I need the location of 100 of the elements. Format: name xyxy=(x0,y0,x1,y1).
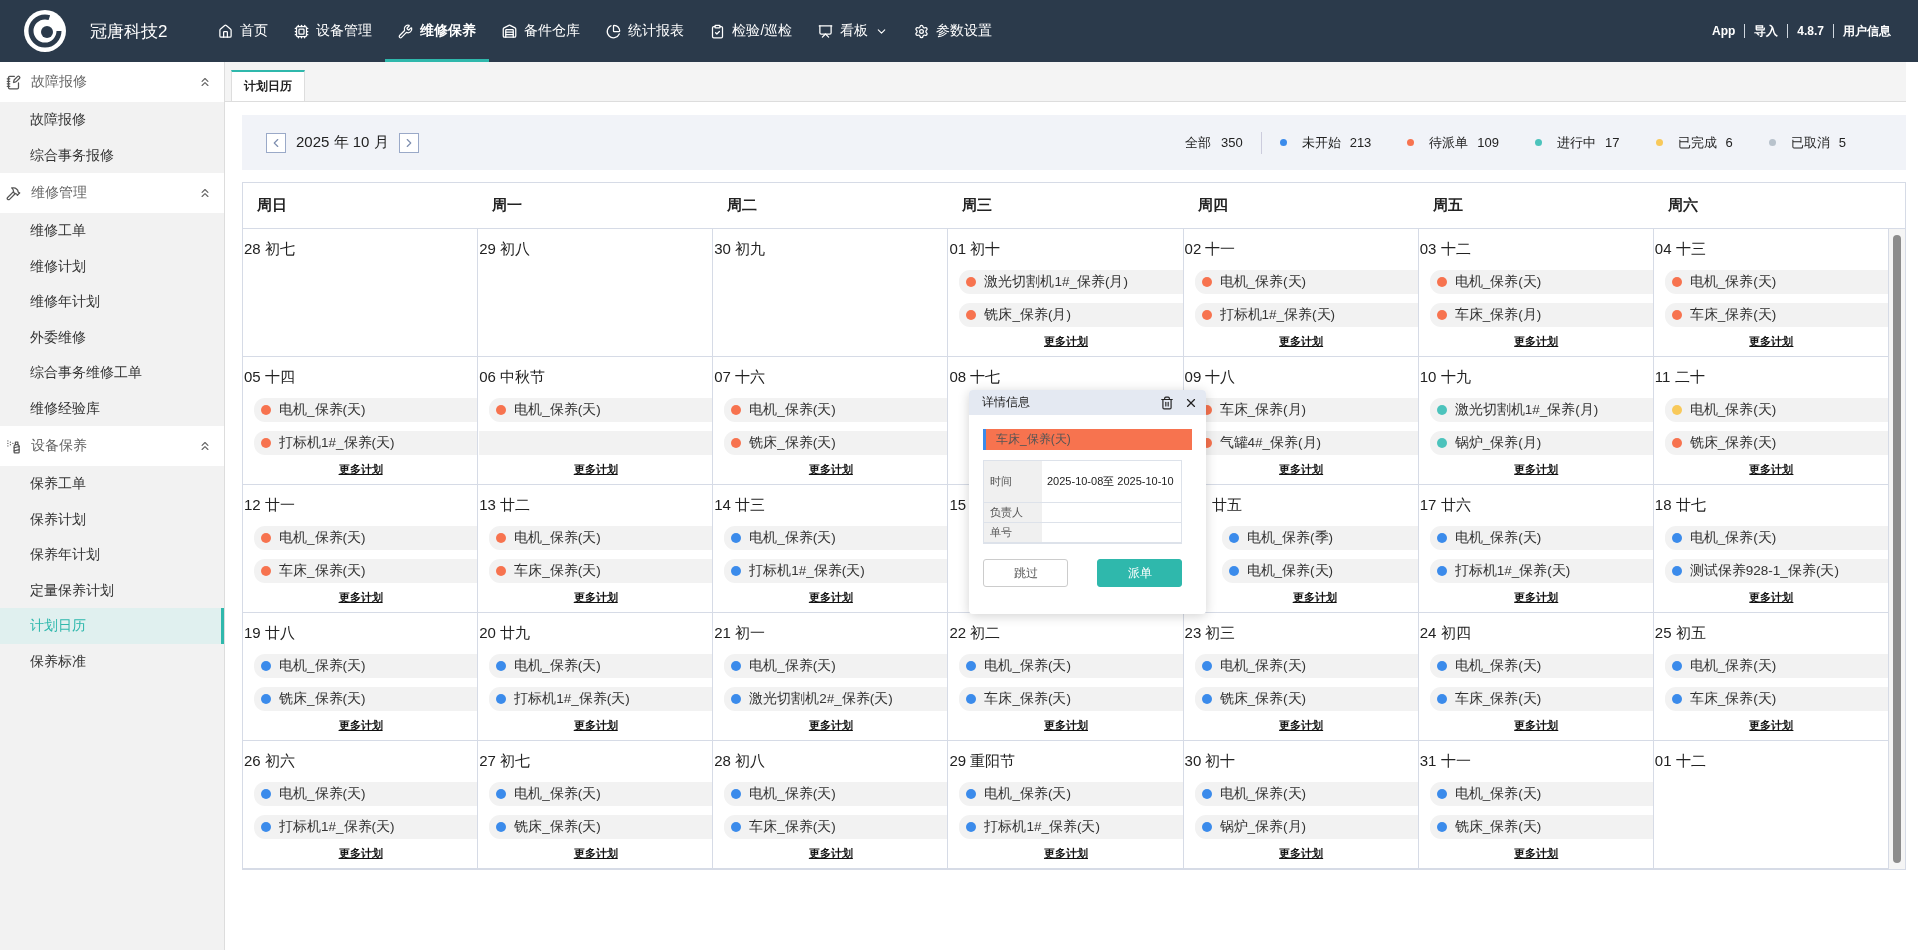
plan-event[interactable]: 车床_保养(天) xyxy=(1664,687,1888,711)
plan-event[interactable]: 铣床_保养(天) xyxy=(724,431,948,455)
sidebar-item[interactable]: 定量保养计划 xyxy=(0,572,224,608)
plan-event[interactable]: 铣床_保养(月) xyxy=(959,303,1183,327)
sidebar-group[interactable]: 设备保养 xyxy=(0,426,224,466)
sidebar-item[interactable]: 综合事务报修 xyxy=(0,137,224,173)
more-plans-link[interactable]: 更多计划 xyxy=(1044,718,1088,733)
plan-event[interactable]: 电机_保养(天) xyxy=(1194,654,1418,678)
sidebar-item[interactable]: 保养工单 xyxy=(0,466,224,502)
nav-item[interactable]: 设备管理 xyxy=(281,0,386,62)
plan-event[interactable]: 电机_保养(天) xyxy=(1194,782,1418,806)
sidebar-item[interactable]: 外委维修 xyxy=(0,319,224,355)
plan-event[interactable]: 电机_保养(天) xyxy=(254,526,478,550)
plan-event[interactable]: 电机_保养(天) xyxy=(1429,654,1653,678)
plan-event[interactable]: 车床_保养(天) xyxy=(1429,687,1653,711)
plan-event[interactable]: 铣床_保养(天) xyxy=(1194,687,1418,711)
header-link[interactable]: App xyxy=(1702,24,1745,38)
plan-event[interactable]: 激光切割机2#_保养(天) xyxy=(724,687,948,711)
sidebar-item[interactable]: 维修经验库 xyxy=(0,390,224,426)
more-plans-link[interactable]: 更多计划 xyxy=(1044,846,1088,861)
plan-event[interactable]: 锅炉_保养(月) xyxy=(1194,815,1418,839)
plan-event[interactable]: 车床_保养(天) xyxy=(1664,303,1888,327)
plan-event[interactable]: 铣床_保养(天) xyxy=(254,687,478,711)
sidebar-item[interactable]: 故障报修 xyxy=(0,102,224,138)
plan-event[interactable]: 电机_保养(天) xyxy=(254,782,478,806)
header-link[interactable]: 用户信息 xyxy=(1833,24,1900,38)
more-plans-link[interactable]: 更多计划 xyxy=(1514,846,1559,861)
scrollbar[interactable] xyxy=(1889,229,1905,869)
sidebar-group[interactable]: 故障报修 xyxy=(0,62,224,102)
plan-event[interactable]: 电机_保养(天) xyxy=(724,398,948,422)
plan-event[interactable]: 电机_保养(天) xyxy=(1429,526,1653,550)
sidebar-item[interactable]: 维修计划 xyxy=(0,248,224,284)
skip-button[interactable]: 跳过 xyxy=(983,559,1068,587)
more-plans-link[interactable]: 更多计划 xyxy=(1514,718,1559,733)
plan-event[interactable]: 电机_保养(季) xyxy=(1221,526,1418,550)
plan-event[interactable]: 激光切割机1#_保养(月) xyxy=(1429,398,1653,422)
plan-event[interactable]: 电机_保养(天) xyxy=(724,782,948,806)
plan-event[interactable]: 测试保养928-1_保养(天) xyxy=(1664,559,1888,583)
plan-event[interactable]: 电机_保养(天) xyxy=(489,782,713,806)
plan-event[interactable]: 打标机1#_保养(天) xyxy=(254,431,478,455)
plan-event[interactable]: 电机_保养(天) xyxy=(254,654,478,678)
plan-event[interactable]: 电机_保养(天) xyxy=(489,398,713,422)
more-plans-link[interactable]: 更多计划 xyxy=(573,718,618,733)
more-plans-link[interactable]: 更多计划 xyxy=(1514,590,1559,605)
more-plans-link[interactable]: 更多计划 xyxy=(1749,718,1794,733)
plan-event[interactable]: 铣床_保养(天) xyxy=(489,815,713,839)
more-plans-link[interactable]: 更多计划 xyxy=(338,462,383,477)
plan-event[interactable]: 电机_保养(天) xyxy=(1429,270,1653,294)
more-plans-link[interactable]: 更多计划 xyxy=(573,590,618,605)
more-plans-link[interactable]: 更多计划 xyxy=(808,590,853,605)
more-plans-link[interactable]: 更多计划 xyxy=(1279,846,1324,861)
plan-event[interactable]: 打标机1#_保养(天) xyxy=(489,687,713,711)
sidebar-item[interactable]: 保养年计划 xyxy=(0,537,224,573)
more-plans-link[interactable]: 更多计划 xyxy=(1749,334,1794,349)
more-plans-link[interactable]: 更多计划 xyxy=(1514,334,1559,349)
nav-item[interactable]: 看板 xyxy=(805,0,902,62)
plan-event[interactable]: 电机_保养(天) xyxy=(724,526,948,550)
plan-event[interactable]: 打标机1#_保养(天) xyxy=(1429,559,1653,583)
nav-item[interactable]: 备件仓库 xyxy=(489,0,594,62)
previous-month-button[interactable] xyxy=(266,132,286,153)
plan-event[interactable]: 电机_保养(天) xyxy=(1221,559,1418,583)
plan-event[interactable]: 电机_保养(天) xyxy=(489,526,713,550)
plan-event[interactable]: 电机_保养(天) xyxy=(254,398,478,422)
plan-event[interactable]: 打标机1#_保养(天) xyxy=(959,815,1183,839)
plan-event[interactable]: 电机_保养(天) xyxy=(1194,270,1418,294)
plan-event[interactable]: 车床_保养(天) xyxy=(959,687,1183,711)
sidebar-item[interactable]: 保养标准 xyxy=(0,643,224,679)
sidebar-group[interactable]: 维修管理 xyxy=(0,173,224,213)
sidebar-item[interactable]: 综合事务维修工单 xyxy=(0,355,224,391)
sidebar-item[interactable]: 维修工单 xyxy=(0,213,224,249)
more-plans-link[interactable]: 更多计划 xyxy=(808,462,853,477)
next-month-button[interactable] xyxy=(398,132,419,153)
more-plans-link[interactable]: 更多计划 xyxy=(338,846,383,861)
nav-item[interactable]: 统计报表 xyxy=(593,0,698,62)
more-plans-link[interactable]: 更多计划 xyxy=(808,718,853,733)
plan-event[interactable]: 电机_保养(天) xyxy=(1429,782,1653,806)
delete-icon[interactable] xyxy=(1160,395,1174,410)
nav-item[interactable]: 参数设置 xyxy=(901,0,1006,62)
sidebar-item[interactable]: 保养计划 xyxy=(0,501,224,537)
plan-event[interactable]: 电机_保养(天) xyxy=(959,654,1183,678)
plan-event[interactable]: 铣床_保养(天) xyxy=(1664,431,1888,455)
plan-event[interactable]: 打标机1#_保养(天) xyxy=(254,815,478,839)
header-link[interactable]: 4.8.7 xyxy=(1787,24,1833,38)
plan-event[interactable]: 电机_保养(天) xyxy=(959,782,1183,806)
plan-event[interactable]: 电机_保养(天) xyxy=(489,654,713,678)
plan-event[interactable]: 车床_保养(天) xyxy=(254,559,478,583)
plan-event[interactable]: 电机_保养(天) xyxy=(1664,654,1888,678)
tab[interactable]: 计划日历 xyxy=(231,70,305,101)
plan-event[interactable]: 激光切割机1#_保养(月) xyxy=(959,270,1183,294)
more-plans-link[interactable]: 更多计划 xyxy=(573,462,618,477)
plan-event[interactable]: 铣床_保养(天) xyxy=(1429,815,1653,839)
more-plans-link[interactable]: 更多计划 xyxy=(1279,462,1324,477)
plan-event[interactable]: 锅炉_保养(月) xyxy=(1429,431,1653,455)
plan-event[interactable]: 电机_保养(天) xyxy=(1664,398,1888,422)
more-plans-link[interactable]: 更多计划 xyxy=(338,590,383,605)
more-plans-link[interactable]: 更多计划 xyxy=(1044,334,1088,349)
more-plans-link[interactable]: 更多计划 xyxy=(338,718,383,733)
nav-item[interactable]: 检验/巡检 xyxy=(697,0,806,62)
more-plans-link[interactable]: 更多计划 xyxy=(1279,334,1324,349)
more-plans-link[interactable]: 更多计划 xyxy=(1279,718,1324,733)
